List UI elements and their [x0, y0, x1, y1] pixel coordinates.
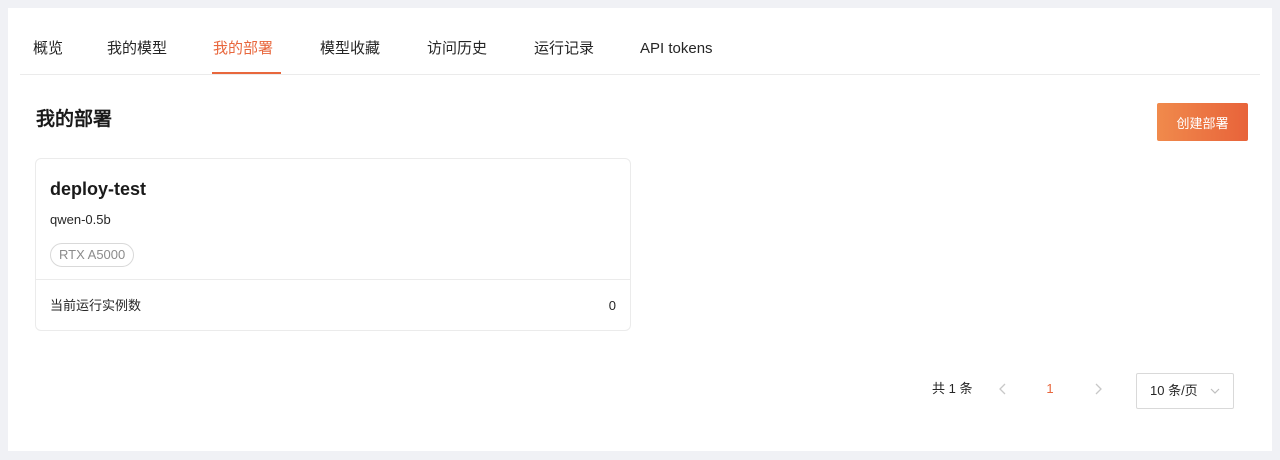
chevron-down-icon — [1210, 388, 1220, 394]
pagination-total: 共 1 条 — [932, 381, 973, 396]
tab-overview[interactable]: 概览 — [33, 38, 63, 60]
card-divider — [36, 279, 630, 280]
tab-model-favorites[interactable]: 模型收藏 — [320, 38, 380, 60]
pagination-page-1[interactable]: 1 — [1042, 380, 1058, 398]
active-tab-indicator — [212, 72, 281, 74]
chevron-right-icon[interactable] — [1090, 379, 1106, 399]
running-instances-count: 0 — [608, 298, 616, 313]
deployment-name: deploy-test — [50, 179, 147, 199]
chevron-right-icon-svg — [1095, 383, 1102, 395]
gpu-tag: RTX A5000 — [50, 243, 135, 267]
page-size-select[interactable]: 10 条/页 — [1136, 373, 1234, 409]
tab-my-deployments[interactable]: 我的部署 — [213, 38, 273, 60]
tab-bar: 概览 我的模型 我的部署 模型收藏 访问历史 运行记录 API tokens — [20, 8, 1260, 75]
page-title: 我的部署 — [36, 109, 113, 130]
deployment-model: qwen-0.5b — [50, 212, 111, 227]
deployment-card[interactable]: deploy-test qwen-0.5b RTX A5000 当前运行实例数 … — [35, 158, 631, 331]
create-deployment-button[interactable]: 创建部署 — [1157, 103, 1248, 141]
main-panel: 概览 我的模型 我的部署 模型收藏 访问历史 运行记录 API tokens 我… — [8, 8, 1272, 451]
running-instances-label: 当前运行实例数 — [50, 298, 142, 313]
page-size-value: 10 条/页 — [1150, 383, 1198, 398]
tab-visit-history[interactable]: 访问历史 — [427, 38, 487, 60]
tab-run-records[interactable]: 运行记录 — [534, 38, 594, 60]
tab-api-tokens[interactable]: API tokens — [640, 38, 713, 60]
chevron-left-icon-svg — [999, 383, 1006, 395]
chevron-left-icon[interactable] — [995, 379, 1011, 399]
tab-my-models[interactable]: 我的模型 — [107, 38, 167, 60]
